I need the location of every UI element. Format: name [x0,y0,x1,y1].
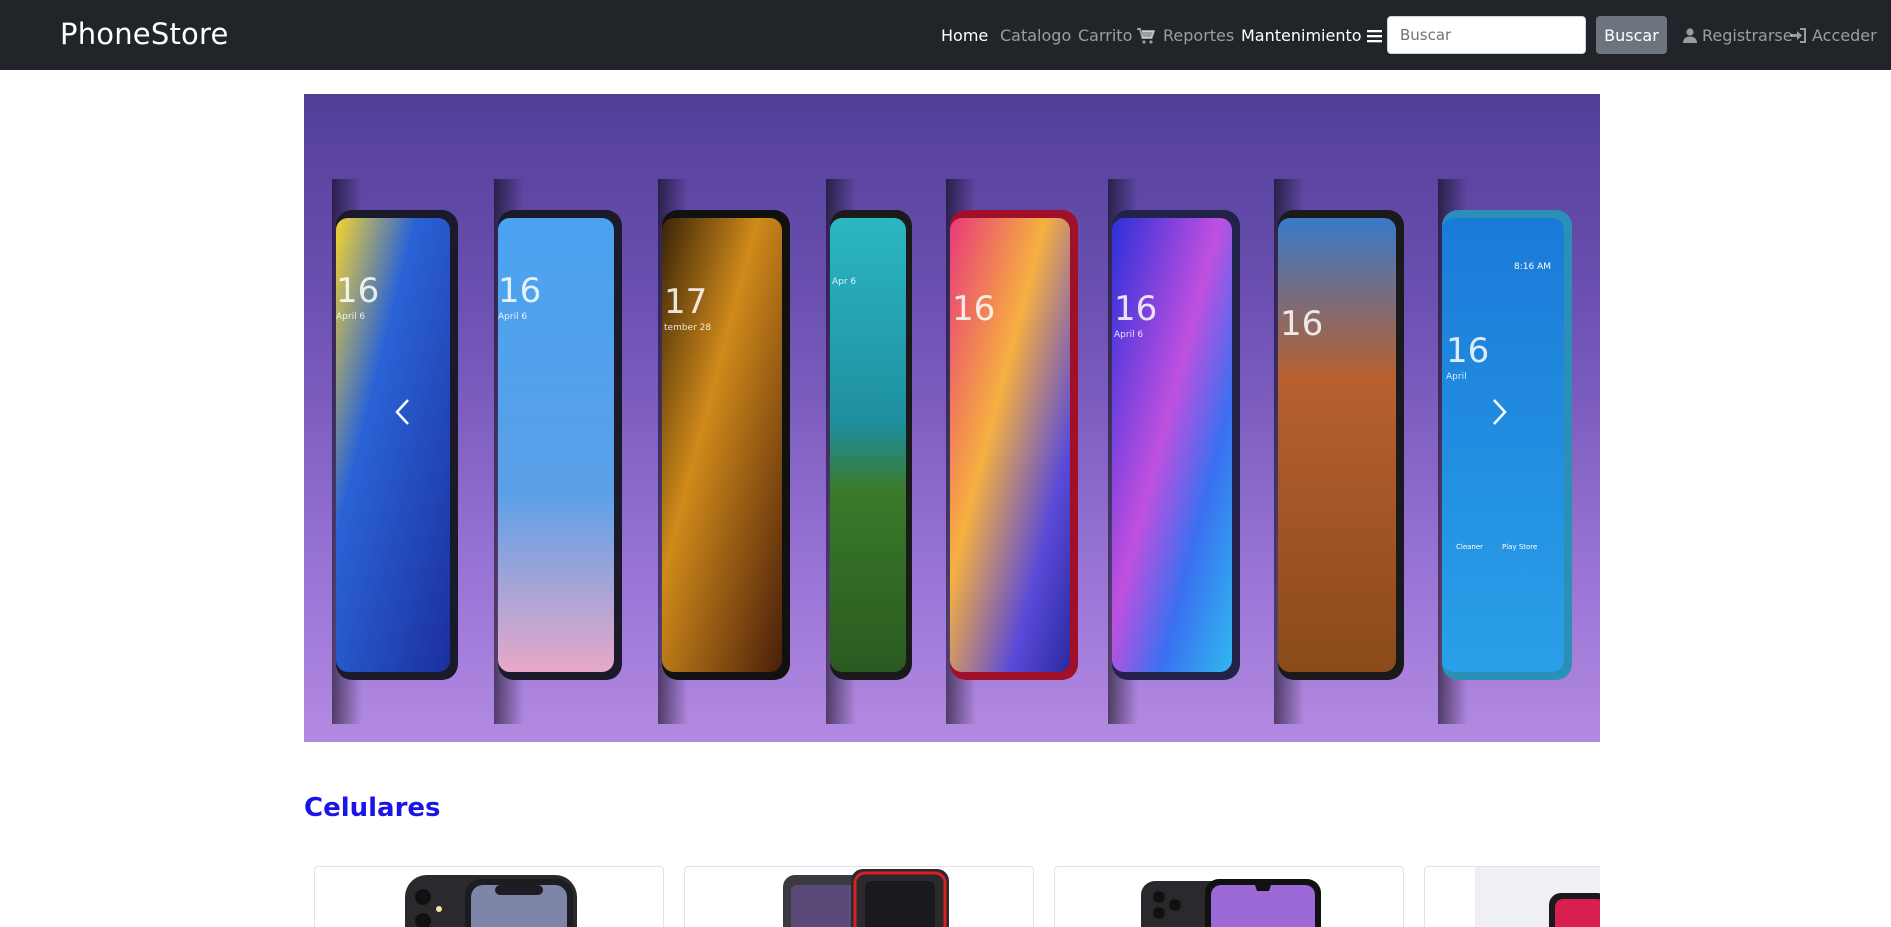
nav-link-registrarse[interactable]: Registrarse [1683,26,1793,45]
chevron-left-icon [394,398,410,430]
nav-link-reportes-label: Reportes [1163,26,1235,45]
nav-link-acceder[interactable]: Acceder [1791,26,1877,45]
carousel-status-time: 8:16 AM [1514,262,1551,272]
product-image [405,875,577,927]
user-icon [1683,28,1697,43]
top-navbar: PhoneStore Home Catalogo Carrito Reporte… [0,0,1891,70]
carousel-clock-8: 16 [1446,331,1490,371]
nav-link-catalogo[interactable]: Catalogo [1000,26,1071,45]
nav-link-mantenimiento[interactable]: Mantenimiento [1241,26,1382,45]
carousel-slide-image [332,179,1572,724]
brand-logo[interactable]: PhoneStore [60,17,228,51]
nav-link-carrito-label: Carrito [1078,26,1133,45]
nav-link-home-label: Home [941,26,989,45]
nav-link-registrarse-label: Registrarse [1702,26,1793,45]
product-image [783,869,949,927]
bars-icon [1366,29,1382,43]
carousel-clock-3: 17 [664,282,708,322]
carousel-date-2: April 6 [498,312,528,322]
nav-link-reportes[interactable]: Reportes [1163,26,1234,45]
carousel-date-1: April 6 [336,312,366,322]
nav-link-mantenimiento-label: Mantenimiento [1241,26,1362,45]
section-title-celulares: Celulares [304,793,441,823]
carousel-date-6: April 6 [1114,330,1144,340]
carousel-date-3: tember 28 [664,323,712,333]
carousel-clock-7: 16 [1280,304,1324,344]
carousel-app-label-cleaner: Cleaner [1456,543,1484,551]
nav-link-home[interactable]: Home [941,26,988,45]
product-image [1475,867,1600,927]
product-card[interactable] [314,866,664,927]
carousel-date-4: Apr 6 [832,277,857,287]
carousel-app-label-play-store: Play Store [1502,543,1538,551]
carousel-clock-1: 16 [336,271,380,311]
carousel-clock-5: 16 [952,289,996,329]
chevron-right-icon [1492,398,1508,430]
search-input[interactable] [1387,16,1586,54]
search-button[interactable]: Buscar [1596,16,1667,54]
carousel-date-8: April [1446,372,1467,382]
product-card[interactable] [684,866,1034,927]
nav-link-catalogo-label: Catalogo [1000,26,1072,45]
sign-in-icon [1791,28,1807,43]
nav-link-acceder-label: Acceder [1812,26,1877,45]
product-image [1141,879,1321,927]
carousel-clock-2: 16 [498,271,542,311]
carousel-prev-button[interactable] [382,394,422,434]
hero-carousel: 16 April 6 16 April 6 17 tember 28 Apr 6… [304,94,1600,742]
product-card[interactable] [1054,866,1404,927]
carousel-clock-6: 16 [1114,289,1158,329]
carousel-next-button[interactable] [1480,394,1520,434]
nav-link-carrito[interactable]: Carrito [1078,26,1156,45]
shopping-cart-icon [1137,27,1156,44]
product-card[interactable] [1424,866,1600,927]
